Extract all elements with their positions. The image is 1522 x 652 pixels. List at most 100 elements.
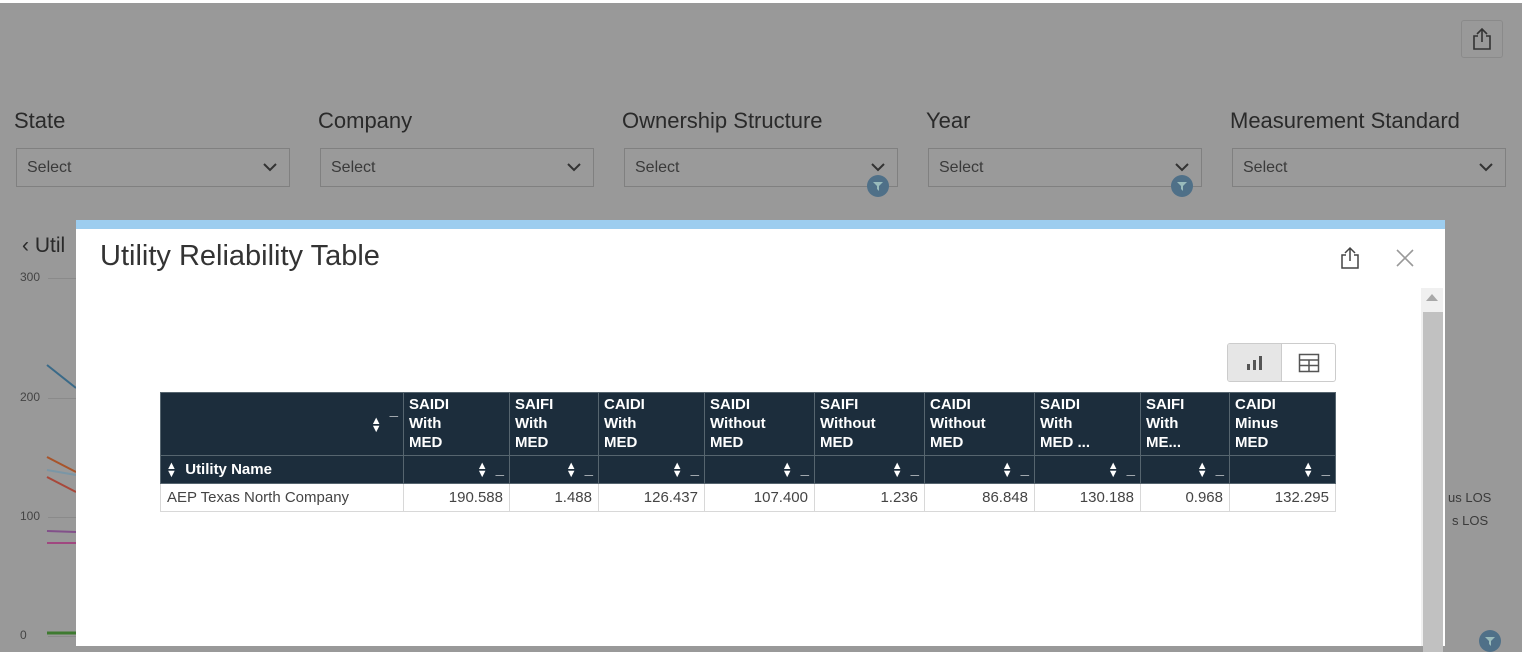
chart-view-button[interactable] [1228,344,1282,381]
modal-title: Utility Reliability Table [100,240,380,272]
sort-icon[interactable]: ▲ ▼ [1197,461,1208,480]
value-cell: 0.968 [1140,483,1230,512]
filter-funnel-icon[interactable] [1479,630,1501,652]
filter-ownership-structure: Ownership Structure Select [622,108,898,187]
collapse-button[interactable]: _ [390,401,398,420]
collapse-button[interactable]: _ [691,460,699,479]
sort-icon[interactable]: ▲ ▼ [166,461,177,480]
filter-select[interactable]: Select [16,148,290,187]
filter-funnel-icon[interactable] [867,175,889,197]
column-header-line: SAIDI [409,396,450,413]
value-cell: 130.188 [1034,483,1141,512]
sort-icon[interactable]: ▲ ▼ [782,461,793,480]
collapse-button[interactable]: _ [1322,460,1330,479]
sort-icon[interactable]: ▲ ▼ [892,461,903,480]
column-header-line: CAIDI [604,396,645,413]
view-toggle [1227,343,1336,382]
column-header-line: MED [710,434,744,451]
filter-label: Company [318,108,413,133]
filter-year: Year Select [926,108,1202,187]
select-value: Select [1243,158,1288,176]
chevron-down-icon [871,163,885,172]
y-tick-label: 300 [20,270,41,284]
back-link[interactable]: ‹ Util [22,234,65,258]
filter-measurement-standard: Measurement Standard Select [1230,108,1506,187]
column-sort-cell: ▲ ▼ _ [1140,455,1230,484]
sort-icon[interactable]: ▲ ▼ [1108,461,1119,480]
column-header-line: Without [710,415,766,432]
select-value: Select [331,158,376,176]
column-header[interactable]: SAIDI Without MED [704,392,815,456]
column-header[interactable]: CAIDI Minus MED [1229,392,1336,456]
column-header[interactable]: SAIFI With MED [509,392,599,456]
column-header-line: With [1146,415,1179,432]
column-sort-cell: ▲ ▼ _ [814,455,925,484]
table-row: AEP Texas North Company 190.588 1.488 126.4… [160,483,1336,512]
sort-icon[interactable]: ▲ ▼ [672,461,683,480]
legend-item: us LOS [1448,490,1492,505]
collapse-button[interactable]: _ [1216,460,1224,479]
collapse-button[interactable]: _ [801,460,809,479]
column-header-line: SAIFI [515,396,554,413]
column-sort-cell: ▲ ▼ _ [924,455,1035,484]
bar-chart-icon [1246,355,1262,370]
filter-select[interactable]: Select [928,148,1202,187]
collapse-button[interactable]: _ [1127,460,1135,479]
filter-label: Measurement Standard [1230,108,1460,133]
value-cell: 132.295 [1229,483,1336,512]
collapse-button[interactable]: _ [1021,460,1029,479]
close-icon [1396,249,1414,267]
modal-export-button[interactable] [1339,246,1361,275]
collapse-button[interactable]: _ [911,460,919,479]
collapse-button[interactable]: _ [585,460,593,479]
reliability-table: ▲ ▼_ SAIDI With MED SAIFI With MED CAIDI With MED S… [160,392,1336,512]
column-header-line: With [604,415,637,432]
column-header-line: With [1040,415,1073,432]
column-header[interactable]: SAIDI With MED ... [1034,392,1141,456]
sort-icon[interactable]: ▲ ▼ [477,461,488,480]
sort-icon[interactable]: ▲ ▼ [566,461,577,480]
utility-name-cell: AEP Texas North Company [160,483,404,512]
filter-funnel-icon[interactable] [1171,175,1193,197]
filter-label: Ownership Structure [622,108,823,133]
scrollbar-thumb[interactable] [1423,312,1443,652]
value-cell: 107.400 [704,483,815,512]
select-value: Select [27,158,72,176]
row-header-corner: ▲ ▼ _ [160,392,404,456]
column-header-utility-name[interactable]: ▲ ▼ Utility Name [160,455,404,484]
chevron-down-icon [1175,163,1189,172]
collapse-button[interactable]: _ [496,460,504,479]
sort-icon[interactable]: ▲ ▼ [1002,461,1013,480]
column-sort-cell: ▲ ▼ _ [1229,455,1336,484]
table-icon [1298,353,1319,372]
filter-select[interactable]: Select [624,148,898,187]
column-header[interactable]: SAIDI With MED [403,392,510,456]
scroll-up-arrow[interactable] [1426,294,1438,301]
column-header[interactable]: CAIDI With MED [598,392,705,456]
column-header-line: SAIFI [820,396,859,413]
legend-item: s LOS [1452,513,1489,528]
sort-icon[interactable]: ▲ ▼ [371,415,382,434]
column-header-line: SAIFI [1146,396,1185,413]
column-header-line: MED [1235,434,1269,451]
value-cell: 190.588 [403,483,510,512]
scrollbar[interactable] [1421,288,1443,652]
column-header[interactable]: SAIFI With ME... [1140,392,1230,456]
column-header-line: SAIDI [710,396,751,413]
sort-icon[interactable]: ▲ ▼ [1303,461,1314,480]
column-header-line: Without [820,415,876,432]
filter-select[interactable]: Select [1232,148,1506,187]
chevron-down-icon [567,163,581,172]
column-header[interactable]: SAIFI Without MED [814,392,925,456]
close-button[interactable] [1395,248,1415,273]
filter-label: Year [926,108,971,133]
column-header-line: Without [930,415,986,432]
select-value: Select [635,158,680,176]
table-view-button[interactable] [1282,344,1335,381]
value-cell: 86.848 [924,483,1035,512]
column-sort-cell: ▲ ▼ _ [403,455,510,484]
column-header[interactable]: CAIDI Without MED [924,392,1035,456]
export-button[interactable] [1461,20,1503,58]
filter-select[interactable]: Select [320,148,594,187]
back-label: Util [34,234,66,257]
